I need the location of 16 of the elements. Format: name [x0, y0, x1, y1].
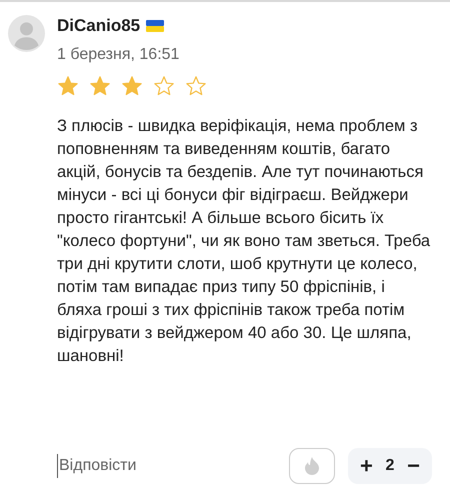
- reply-button[interactable]: Відповісти: [57, 454, 136, 478]
- author-name: DiCanio85: [57, 15, 140, 37]
- fire-reaction-button[interactable]: [289, 448, 335, 484]
- empty-star-icon: [185, 75, 207, 97]
- upvote-button[interactable]: +: [360, 455, 373, 477]
- vote-count: 2: [386, 456, 394, 476]
- avatar-icon: [8, 15, 45, 52]
- flag-icon: [146, 20, 164, 32]
- filled-star-icon: [121, 75, 143, 97]
- review-text: З плюсів - швидка веріфікація, нема проблем з поповненням та виведенням коштів, багато акцій, бонусів та бездепів. Але тут починаються мінуси - всі ці бонуси фіг відіграєш. Вейджери просто гігантські! А більше всього бісить їх "колесо фортуни", чи як воно там зветься. Треба три дні крутити слоти, шоб крутнути це колесо, потім там випадає приз типу 50 фріспінів, і бляха гроші з тих фріспінів також треба потім відігрувати з вейджером 40 або 30. Це шляпа, шановні!: [57, 116, 432, 367]
- filled-star-icon: [57, 75, 79, 97]
- post-date: 1 березня, 16:51: [57, 45, 180, 65]
- downvote-button[interactable]: −: [407, 455, 420, 477]
- filled-star-icon: [89, 75, 111, 97]
- empty-star-icon: [153, 75, 175, 97]
- flame-icon: [305, 457, 319, 475]
